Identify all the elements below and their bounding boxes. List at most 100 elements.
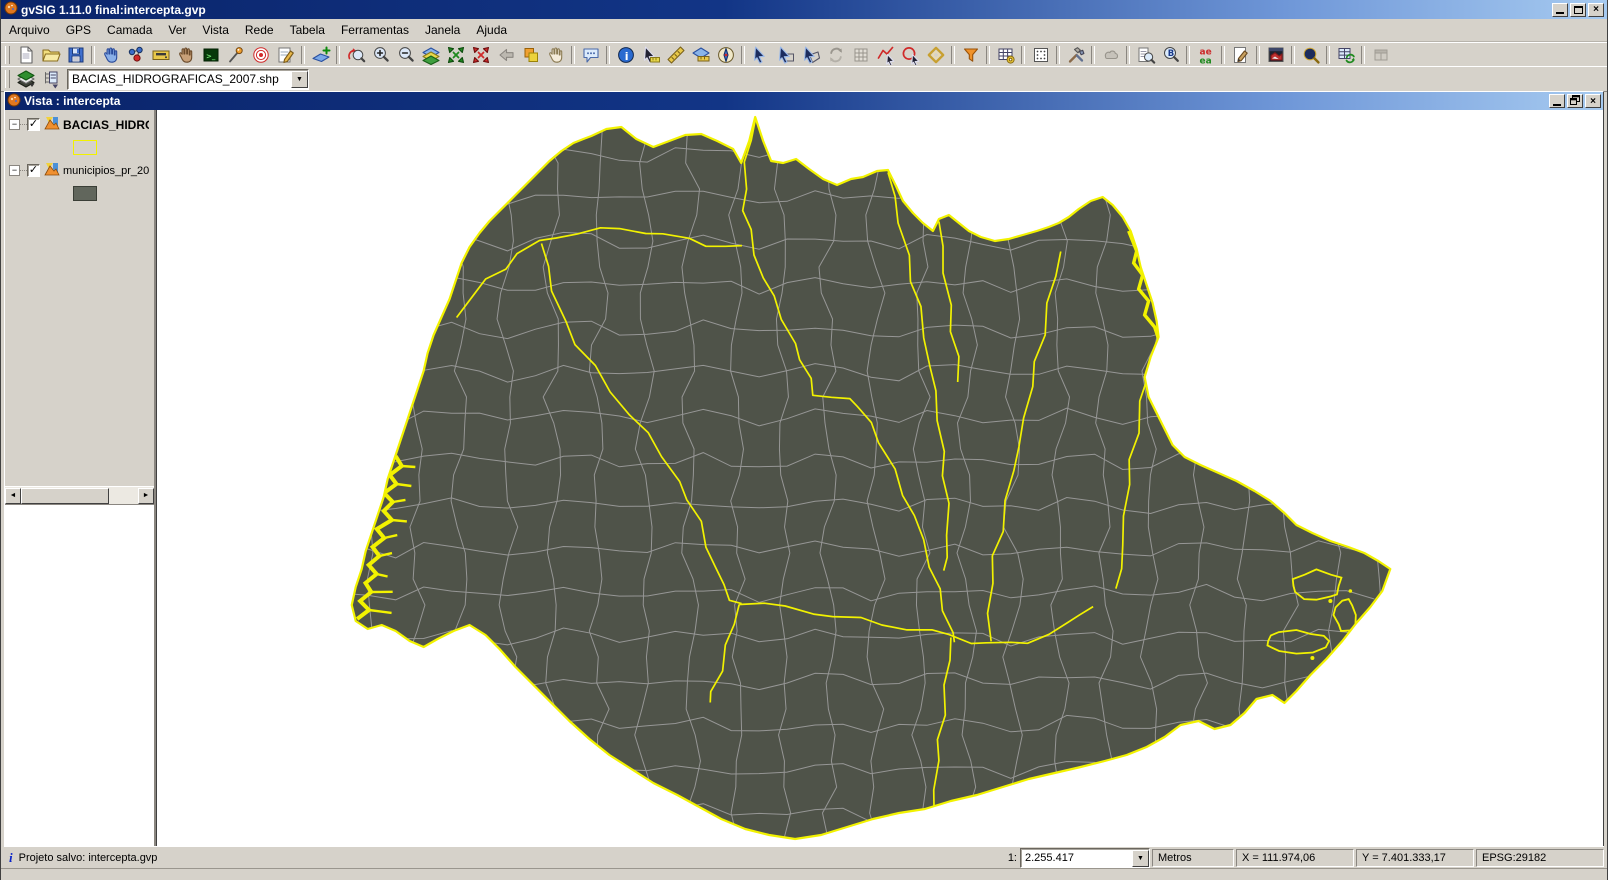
next-extent-button[interactable] [493,44,518,66]
toolbox-button[interactable] [1063,44,1088,66]
menu-item-janela[interactable]: Janela [417,21,468,39]
zoom-manager-button[interactable] [1298,44,1323,66]
map-canvas[interactable] [156,110,1603,846]
georeferencing-button[interactable] [123,44,148,66]
search-button[interactable]: B [1158,44,1183,66]
vista-close-button[interactable]: × [1585,94,1601,108]
close-button[interactable]: × [1588,3,1604,17]
data-access-button[interactable] [173,44,198,66]
layer-visibility-checkbox[interactable]: ✓ [27,118,40,131]
locate-by-attribute-button[interactable] [1133,44,1158,66]
open-project-icon [41,45,61,65]
toolbar-separator [986,46,990,64]
menu-item-ajuda[interactable]: Ajuda [468,21,515,39]
layer-row[interactable]: −✓ municipios_pr_20 [5,160,154,181]
scrollbar-thumb[interactable] [21,488,109,504]
labeling-button[interactable]: aeea [1193,44,1218,66]
combobox-dropdown-icon[interactable]: ▼ [291,71,308,88]
layer-label[interactable]: BACIAS_HIDRO [63,118,149,132]
select-by-polyline-button[interactable] [873,44,898,66]
vista-minimize-button[interactable] [1549,94,1565,108]
maximize-button[interactable] [1570,3,1586,17]
navigation-compass-button[interactable] [713,44,738,66]
export-data-button[interactable] [148,44,173,66]
annotation-style-button[interactable] [1228,44,1253,66]
scale-dropdown-icon[interactable]: ▼ [1132,850,1149,867]
collapse-toggle[interactable]: − [9,119,20,130]
reload-layer-button[interactable] [823,44,848,66]
scale-combobox[interactable]: 2.255.417 ▼ [1020,848,1150,868]
select-by-buffer-icon [926,45,946,65]
measure-distance-button[interactable] [663,44,688,66]
new-document-button[interactable] [13,44,38,66]
layer-row[interactable]: −✓ BACIAS_HIDRO [5,114,154,135]
active-layer-combobox[interactable]: BACIAS_HIDROGRAFICAS_2007.shp ▼ [67,69,309,90]
menu-item-vista[interactable]: Vista [194,21,236,39]
active-layer-value: BACIAS_HIDROGRAFICAS_2007.shp [68,72,291,86]
legend-swatch-outline[interactable] [73,140,97,155]
select-by-point-button[interactable] [748,44,773,66]
filter-icon [961,45,981,65]
table-properties-button[interactable] [993,44,1018,66]
select-by-polygon-button[interactable] [798,44,823,66]
measure-area-button[interactable] [688,44,713,66]
visible-layers-button[interactable] [13,68,38,90]
menu-item-tabela[interactable]: Tabela [282,21,333,39]
move-layer-button[interactable] [518,44,543,66]
export-table-button[interactable] [1333,44,1358,66]
select-and-measure-button[interactable] [638,44,663,66]
filter-button[interactable] [958,44,983,66]
menu-item-arquivo[interactable]: Arquivo [1,21,58,39]
toc-order-button[interactable] [38,68,63,90]
layer-visibility-checkbox[interactable]: ✓ [27,164,40,177]
menu-item-ferramentas[interactable]: Ferramentas [333,21,417,39]
full-extent-button[interactable] [468,44,493,66]
vista-restore-button[interactable] [1567,94,1583,108]
hyperlink-button[interactable] [578,44,603,66]
application-window: gvSIG 1.11.0 final:intercepta.gvp × Arqu… [0,0,1608,880]
add-layer-button[interactable] [308,44,333,66]
legend-swatch-fill[interactable] [73,186,97,201]
editing-commands-button[interactable] [273,44,298,66]
status-message-panel: i Projeto salvo: intercepta.gvp [4,849,162,867]
information-button[interactable]: i [613,44,638,66]
selection-matrix-button[interactable] [1028,44,1053,66]
scripting-console-button[interactable]: >_ [198,44,223,66]
layer-label[interactable]: municipios_pr_20 [63,165,149,177]
zoom-to-selection-button[interactable] [443,44,468,66]
pan-button[interactable] [543,44,568,66]
scroll-right-button[interactable]: ► [138,488,154,504]
menu-item-ver[interactable]: Ver [160,21,194,39]
grid-settings-button[interactable] [848,44,873,66]
zoom-previous-button[interactable] [343,44,368,66]
add-layer-icon [311,45,331,65]
menu-bar: ArquivoGPSCamadaVerVistaRedeTabelaFerram… [1,19,1607,42]
toc-lower-panel [5,504,154,846]
visible-layers-icon [16,69,36,89]
search-icon: B [1161,45,1181,65]
zoom-all-layers-button[interactable] [418,44,443,66]
toolbar-separator [301,46,305,64]
scroll-left-button[interactable]: ◄ [5,488,21,504]
toc-horizontal-scrollbar[interactable]: ◄ ► [5,486,154,504]
minimize-button[interactable] [1552,3,1568,17]
zoom-out-button[interactable] [393,44,418,66]
save-project-button[interactable] [63,44,88,66]
svg-text:>_: >_ [206,53,216,61]
menu-item-rede[interactable]: Rede [237,21,282,39]
zoom-to-selection-icon [446,45,466,65]
open-project-button[interactable] [38,44,63,66]
select-by-buffer-button[interactable] [923,44,948,66]
scale-prefix: 1: [1008,852,1017,864]
menu-item-gps[interactable]: GPS [58,21,99,39]
select-by-circle-button[interactable] [898,44,923,66]
select-by-rectangle-button[interactable] [773,44,798,66]
gps-tools-button[interactable] [98,44,123,66]
collapse-toggle[interactable]: − [9,165,20,176]
map-view[interactable] [157,110,1603,846]
map-overview-button[interactable] [1263,44,1288,66]
zoom-in-button[interactable] [368,44,393,66]
gazetteer-button[interactable] [223,44,248,66]
menu-item-camada[interactable]: Camada [99,21,160,39]
centre-view-button[interactable] [248,44,273,66]
